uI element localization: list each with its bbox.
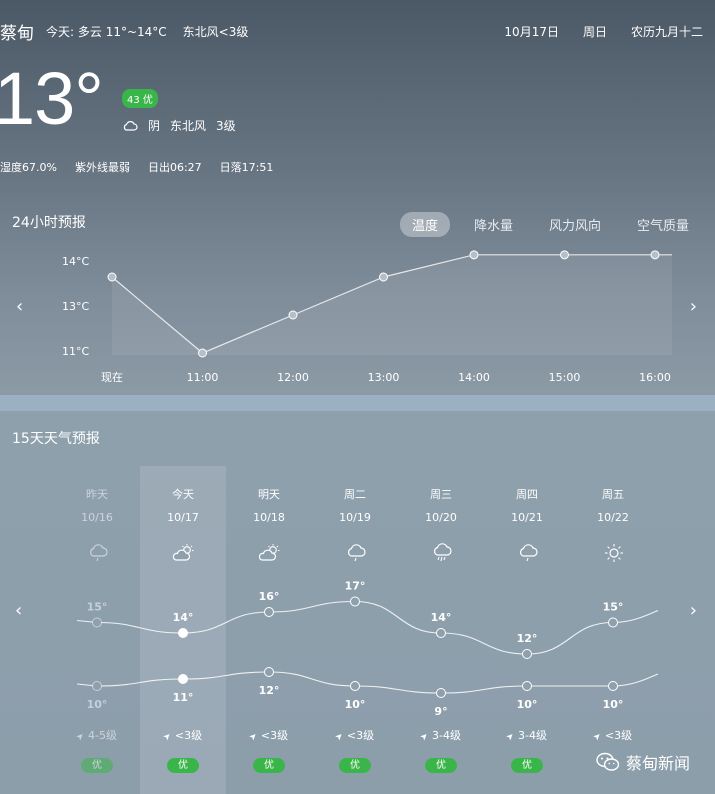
daily-temperature-curves: 15° 14° 16° 17° 14° 12° 15° 10° 11° 12° 10° 9° 10° 10… [76, 580, 659, 718]
aqi-badge[interactable]: 43 优 [122, 89, 158, 108]
date: 10月17日 [504, 25, 559, 39]
hourly-x-label: 15:00 [549, 371, 581, 384]
sunrise: 日出06:27 [147, 161, 202, 174]
hourly-y-label: 14°C [62, 255, 89, 268]
low-temp-point [350, 681, 360, 691]
current-temperature: 13° [0, 57, 104, 140]
current-conditions: 阴 东北风 3级 [122, 117, 236, 134]
low-temp-label: 11° [173, 691, 194, 704]
current-wind-level: 3级 [216, 119, 236, 133]
high-temp-label: 15° [87, 601, 108, 614]
tab-air-quality[interactable]: 空气质量 [625, 212, 701, 237]
high-temp-label: 12° [517, 632, 538, 645]
low-temp-label: 10° [345, 698, 366, 711]
today-wind: 东北风<3级 [182, 25, 249, 39]
hourly-point [560, 250, 569, 260]
low-temp-label: 10° [603, 698, 624, 711]
hourly-point [650, 250, 660, 260]
brand-name: 蔡甸新闻 [626, 754, 691, 773]
high-temp-point [436, 628, 446, 638]
cloud-icon [123, 120, 138, 131]
hourly-x-label: 12:00 [277, 371, 309, 384]
detail-row: 湿度67.0% 紫外线最弱 日出06:27 日落17:51 [0, 159, 273, 175]
current-weather: 阴 [148, 119, 161, 133]
today-condition: 多云 11°~14°C [77, 25, 167, 39]
low-temp-label: 9° [434, 705, 447, 718]
hourly-x-label: 16:00 [639, 371, 671, 384]
hourly-x-label: 13:00 [368, 371, 400, 384]
high-temp-point [178, 628, 188, 638]
city-name[interactable]: 蔡甸 [0, 19, 34, 44]
low-temp-point [92, 681, 102, 691]
hourly-x-label: 现在 [101, 371, 123, 384]
tab-precipitation[interactable]: 降水量 [462, 212, 525, 237]
high-temp-point [264, 607, 274, 617]
low-temp-point [178, 674, 188, 684]
tab-temperature[interactable]: 温度 [399, 212, 450, 237]
low-temp-curve [76, 671, 659, 694]
hourly-point [288, 310, 298, 320]
high-temp-label: 14° [431, 611, 452, 624]
sunset: 日落17:51 [219, 161, 274, 174]
high-temp-label: 15° [603, 601, 624, 614]
low-temp-point [608, 681, 618, 691]
high-temp-point [608, 617, 618, 628]
high-temp-label: 16° [259, 590, 280, 603]
hourly-area [112, 254, 672, 355]
date-row: 10月17日 周日 农历九月十二 [504, 23, 703, 40]
today-label: 今天: [46, 25, 75, 39]
section-divider [0, 395, 715, 411]
high-temp-point [350, 596, 360, 607]
hourly-point [469, 250, 479, 260]
tab-wind[interactable]: 风力风向 [537, 212, 613, 237]
hourly-y-label: 13°C [62, 300, 89, 313]
high-temp-point [522, 649, 532, 659]
high-temp-point [92, 617, 102, 628]
humidity: 湿度67.0% [0, 161, 57, 174]
wechat-brand: 蔡甸新闻 [596, 750, 690, 774]
low-temp-label: 10° [517, 698, 538, 711]
high-temp-label: 14° [173, 611, 194, 624]
today-summary: 今天: 多云 11°~14°C 东北风<3级 [46, 23, 248, 40]
uv-index: 紫外线最弱 [74, 161, 130, 174]
hourly-x-label: 11:00 [187, 371, 219, 384]
hourly-temperature-chart: 现在 11:00 12:00 13:00 14:00 15:00 16:00 14°C 13°C… [62, 250, 672, 384]
wechat-icon [596, 752, 620, 771]
high-temp-curve [76, 600, 659, 655]
low-temp-point [522, 681, 532, 691]
low-temp-label: 10° [87, 698, 108, 711]
hourly-title: 24小时预报 [12, 215, 86, 231]
hourly-x-label: 14:00 [458, 371, 490, 384]
low-temp-point [264, 667, 274, 677]
hourly-point [379, 272, 388, 282]
hourly-point [107, 272, 117, 282]
lunar-date: 农历九月十二 [630, 25, 703, 39]
hourly-tabs: 温度 降水量 风力风向 空气质量 [399, 212, 701, 237]
hourly-point [198, 348, 207, 358]
hourly-y-label: 11°C [62, 345, 89, 358]
high-temp-label: 17° [345, 580, 366, 593]
low-temp-label: 12° [259, 684, 280, 697]
current-wind-dir: 东北风 [170, 119, 207, 133]
low-temp-point [436, 688, 446, 698]
weekday: 周日 [582, 25, 607, 39]
